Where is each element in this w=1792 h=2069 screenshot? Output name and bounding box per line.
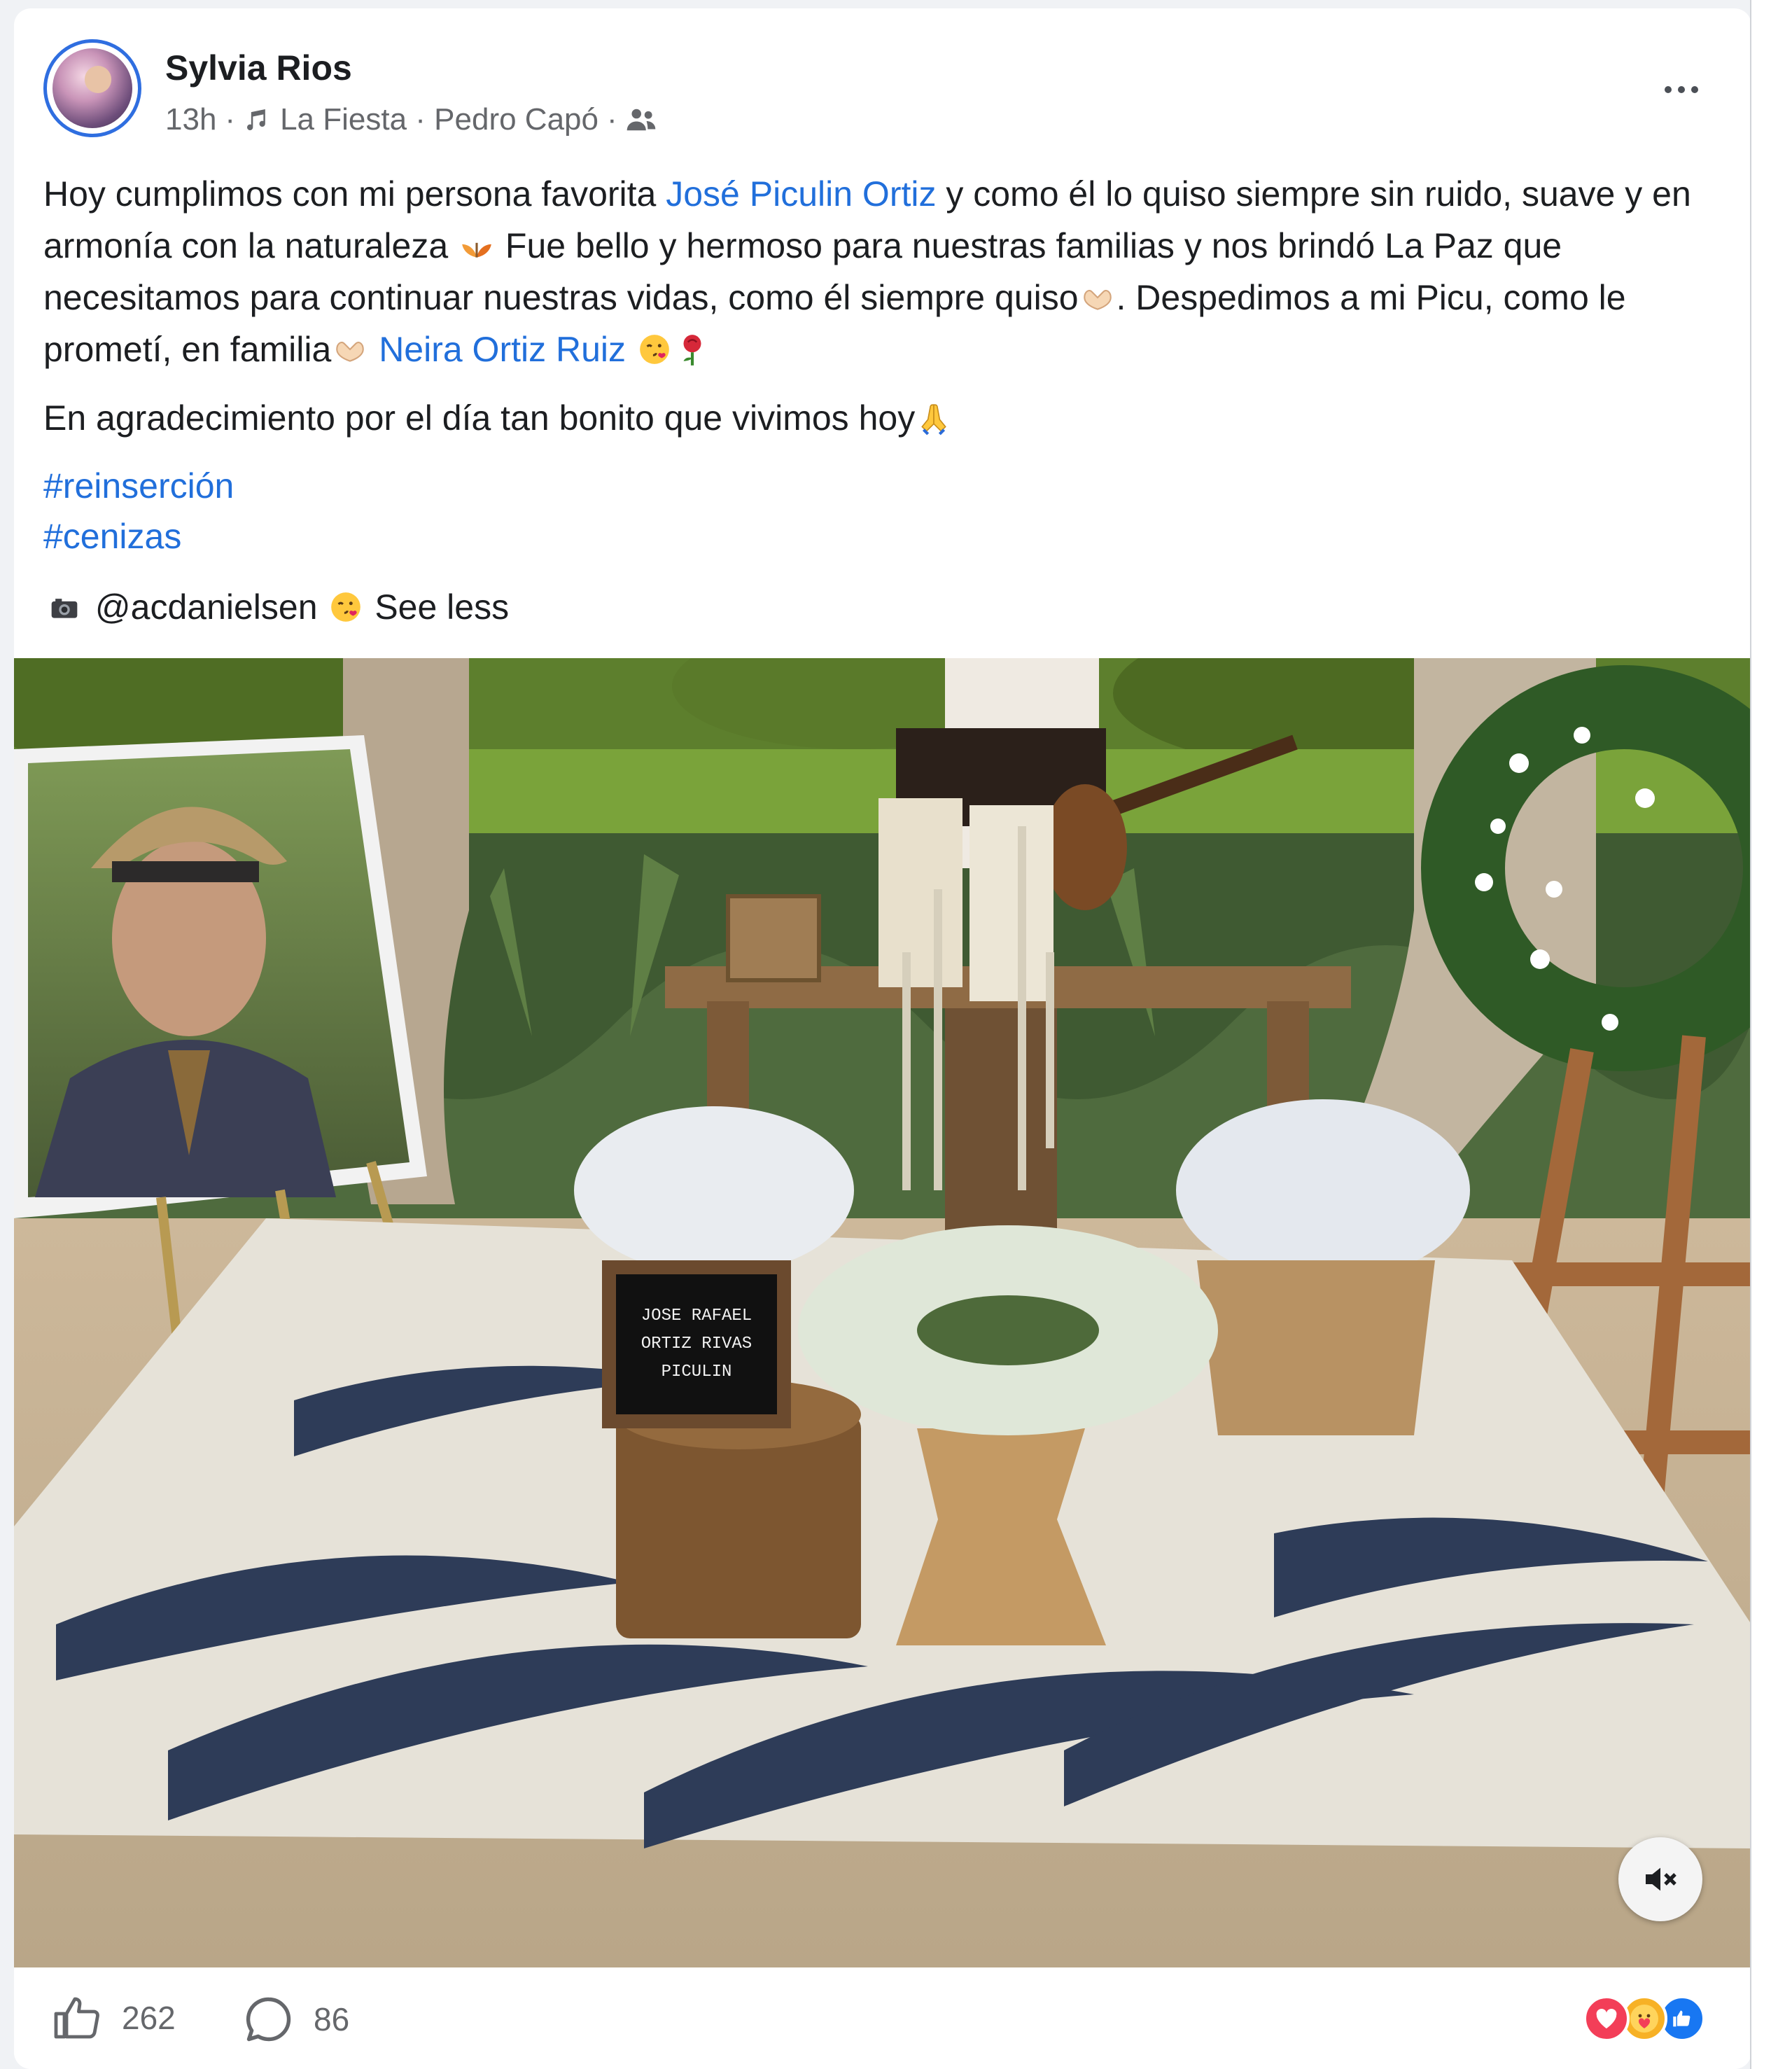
hashtag-reinsercion[interactable]: #reinserción	[43, 461, 1751, 511]
heart-hands-icon	[1083, 290, 1112, 310]
mention-neira-ortiz-ruiz[interactable]: Neira Ortiz Ruiz	[379, 330, 626, 369]
mention-jose-piculin-ortiz[interactable]: José Piculin Ortiz	[666, 174, 936, 214]
avatar-image	[52, 48, 132, 128]
thumbs-up-icon	[54, 1997, 99, 2039]
comment-button[interactable]: 86	[242, 1993, 349, 2046]
photo-credit: @acdanielsen See less	[43, 581, 1751, 633]
face-blowing-kiss-icon	[640, 335, 669, 364]
seedling-leaves-icon	[462, 242, 491, 258]
muted-speaker-icon	[1646, 1867, 1676, 1891]
heart-hands-icon	[336, 342, 365, 362]
camera-icon	[51, 599, 78, 618]
face-blowing-kiss-icon	[331, 592, 361, 622]
rose-icon	[683, 335, 701, 365]
music-note-icon	[247, 109, 265, 130]
friends-icon[interactable]	[626, 106, 657, 134]
memorial-scene-image: JOSE RAFAEL ORTIZ RIVAS PICULIN	[14, 658, 1751, 1967]
post-meta: 13h · La Fiesta · Pedro Capó ·	[165, 102, 657, 137]
author-avatar[interactable]	[43, 39, 141, 137]
more-icon	[1665, 86, 1672, 93]
post-paragraph-2: En agradecimiento por el día tan bonito …	[43, 392, 1751, 444]
credit-handle: @acdanielsen	[85, 587, 328, 627]
sign-line-2: ORTIZ RIVAS	[641, 1335, 752, 1353]
more-options-button[interactable]	[1652, 69, 1711, 111]
sign-line-3: PICULIN	[662, 1363, 732, 1381]
post-card: Sylvia Rios 13h · La Fiesta · Pedro Capó…	[14, 8, 1751, 2069]
music-track[interactable]: La Fiesta · Pedro Capó	[280, 102, 598, 137]
sign-line-1: JOSE RAFAEL	[641, 1307, 752, 1325]
mute-toggle-button[interactable]	[1618, 1837, 1702, 1921]
like-count: 262	[122, 2000, 176, 2036]
post-time[interactable]: 13h	[165, 102, 216, 137]
folded-hands-icon	[921, 404, 946, 436]
post-footer: 262 86	[14, 1967, 1751, 2069]
reaction-summary[interactable]	[1583, 1995, 1705, 2042]
comment-bubble-icon	[246, 1997, 291, 2042]
post-body: Hoy cumplimos con mi persona favorita Jo…	[43, 168, 1751, 633]
post-paragraph-1: Hoy cumplimos con mi persona favorita Jo…	[43, 174, 1691, 369]
author-name[interactable]: Sylvia Rios	[165, 48, 352, 88]
meta-separator: ·	[607, 102, 617, 137]
post-video[interactable]: JOSE RAFAEL ORTIZ RIVAS PICULIN	[14, 658, 1751, 1967]
hashtag-cenizas[interactable]: #cenizas	[43, 511, 1751, 562]
love-reaction-icon	[1583, 1995, 1630, 2042]
meta-separator: ·	[225, 102, 236, 137]
hashtags: #reinserción #cenizas	[43, 461, 1751, 562]
see-less-link[interactable]: See less	[374, 587, 509, 627]
window-scroll-edge	[1750, 0, 1792, 2069]
like-button[interactable]: 262	[50, 1993, 176, 2043]
comment-count: 86	[314, 2001, 350, 2037]
